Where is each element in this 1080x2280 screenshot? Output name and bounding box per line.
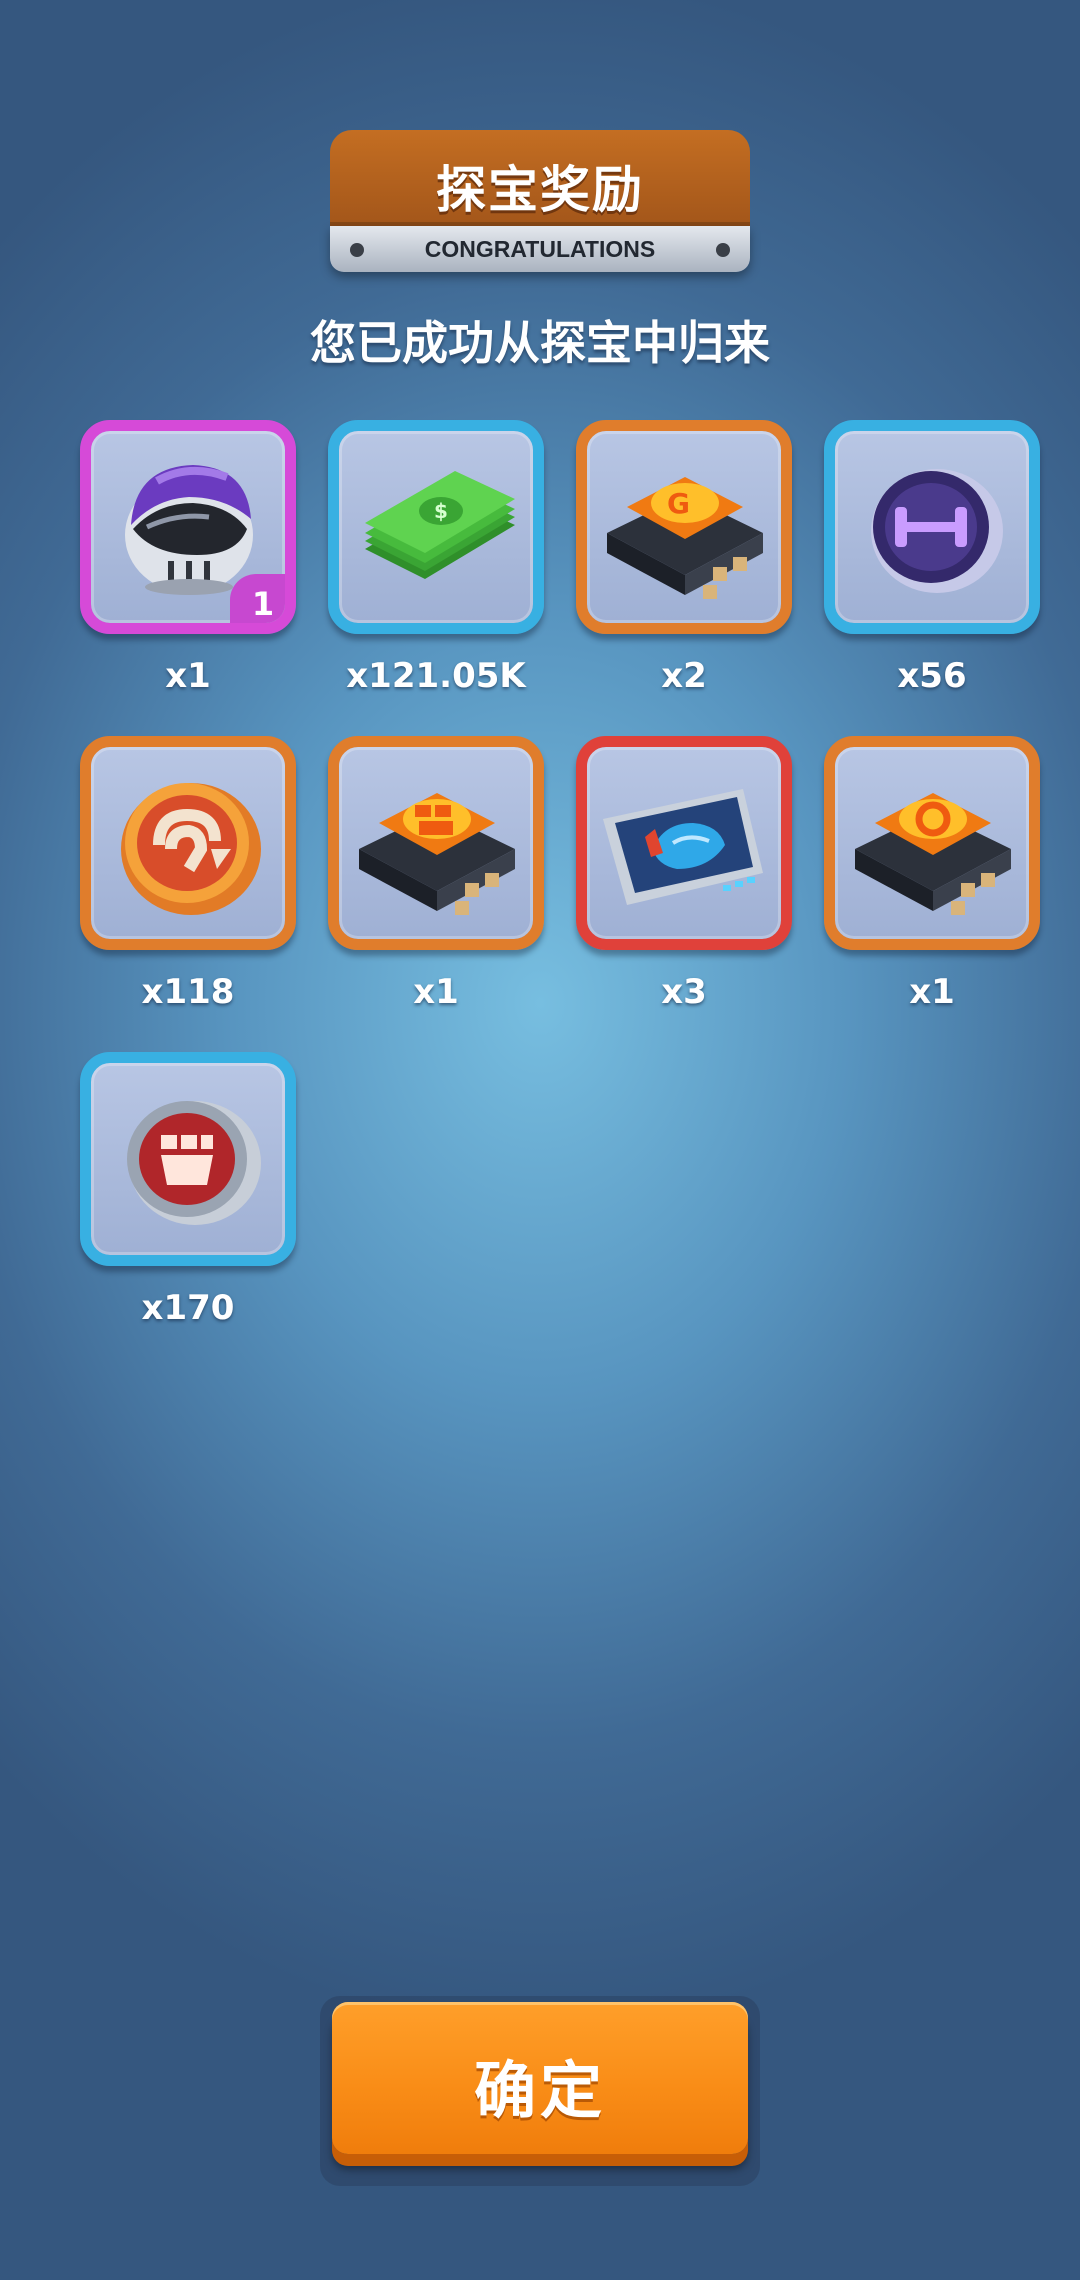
congratulations-label: CONGRATULATIONS	[424, 236, 656, 262]
reward-frame: G	[576, 420, 792, 634]
bolt-icon	[716, 243, 730, 257]
reward-item[interactable]: 1 x1	[80, 420, 296, 736]
reward-frame	[576, 736, 792, 950]
chip-gear-icon	[855, 793, 1011, 915]
confirm-button-label: 确定	[473, 2054, 606, 2127]
reward-quantity: x3	[661, 972, 707, 1012]
reward-item[interactable]: x118	[80, 736, 296, 1052]
blueprint-card-icon	[603, 789, 763, 905]
reward-quantity: x1	[909, 972, 955, 1012]
fist-coin-icon	[127, 1101, 261, 1225]
confirm-button[interactable]: 确定	[320, 1996, 760, 2186]
reward-quantity: x121.05K	[346, 656, 526, 696]
title-banner-top: 探宝奖励	[330, 130, 750, 226]
reward-quantity: x1	[413, 972, 459, 1012]
reward-item[interactable]: x56	[824, 420, 1040, 736]
return-message: 您已成功从探宝中归来	[310, 316, 770, 370]
reward-frame	[80, 1052, 296, 1266]
reward-frame: $	[328, 420, 544, 634]
reward-badge: 1	[230, 574, 285, 623]
svg-text:$: $	[434, 499, 448, 523]
dumbbell-coin-icon	[871, 469, 1003, 593]
reward-frame: 1	[80, 420, 296, 634]
cash-stack-icon: $	[365, 471, 515, 579]
rewards-grid: 1 x1 $ x121.05K G x2 x56 x118 x1 x3 x1 x…	[80, 420, 1048, 1368]
reward-item[interactable]: x1	[824, 736, 1040, 1052]
title-banner: 探宝奖励 CONGRATULATIONS	[330, 130, 750, 272]
title-banner-plate: CONGRATULATIONS	[330, 226, 750, 272]
reward-frame	[824, 420, 1040, 634]
reward-item[interactable]: $ x121.05K	[328, 420, 544, 736]
reward-item[interactable]: G x2	[576, 420, 792, 736]
reward-quantity: x170	[141, 1288, 235, 1328]
reward-item[interactable]: x1	[328, 736, 544, 1052]
orange-token-icon	[121, 783, 261, 915]
reward-frame	[80, 736, 296, 950]
svg-text:G: G	[667, 487, 690, 520]
reward-quantity: x2	[661, 656, 707, 696]
reward-item[interactable]: x3	[576, 736, 792, 1052]
reward-item[interactable]: x170	[80, 1052, 296, 1368]
reward-frame	[824, 736, 1040, 950]
confirm-button-face[interactable]: 确定	[332, 2002, 748, 2154]
reward-quantity: x56	[897, 656, 967, 696]
chip-fist-icon	[359, 793, 515, 915]
chip-letter-icon: G	[607, 477, 763, 599]
page-title: 探宝奖励	[436, 161, 644, 219]
reward-quantity: x118	[141, 972, 235, 1012]
reward-quantity: x1	[165, 656, 211, 696]
reward-frame	[328, 736, 544, 950]
